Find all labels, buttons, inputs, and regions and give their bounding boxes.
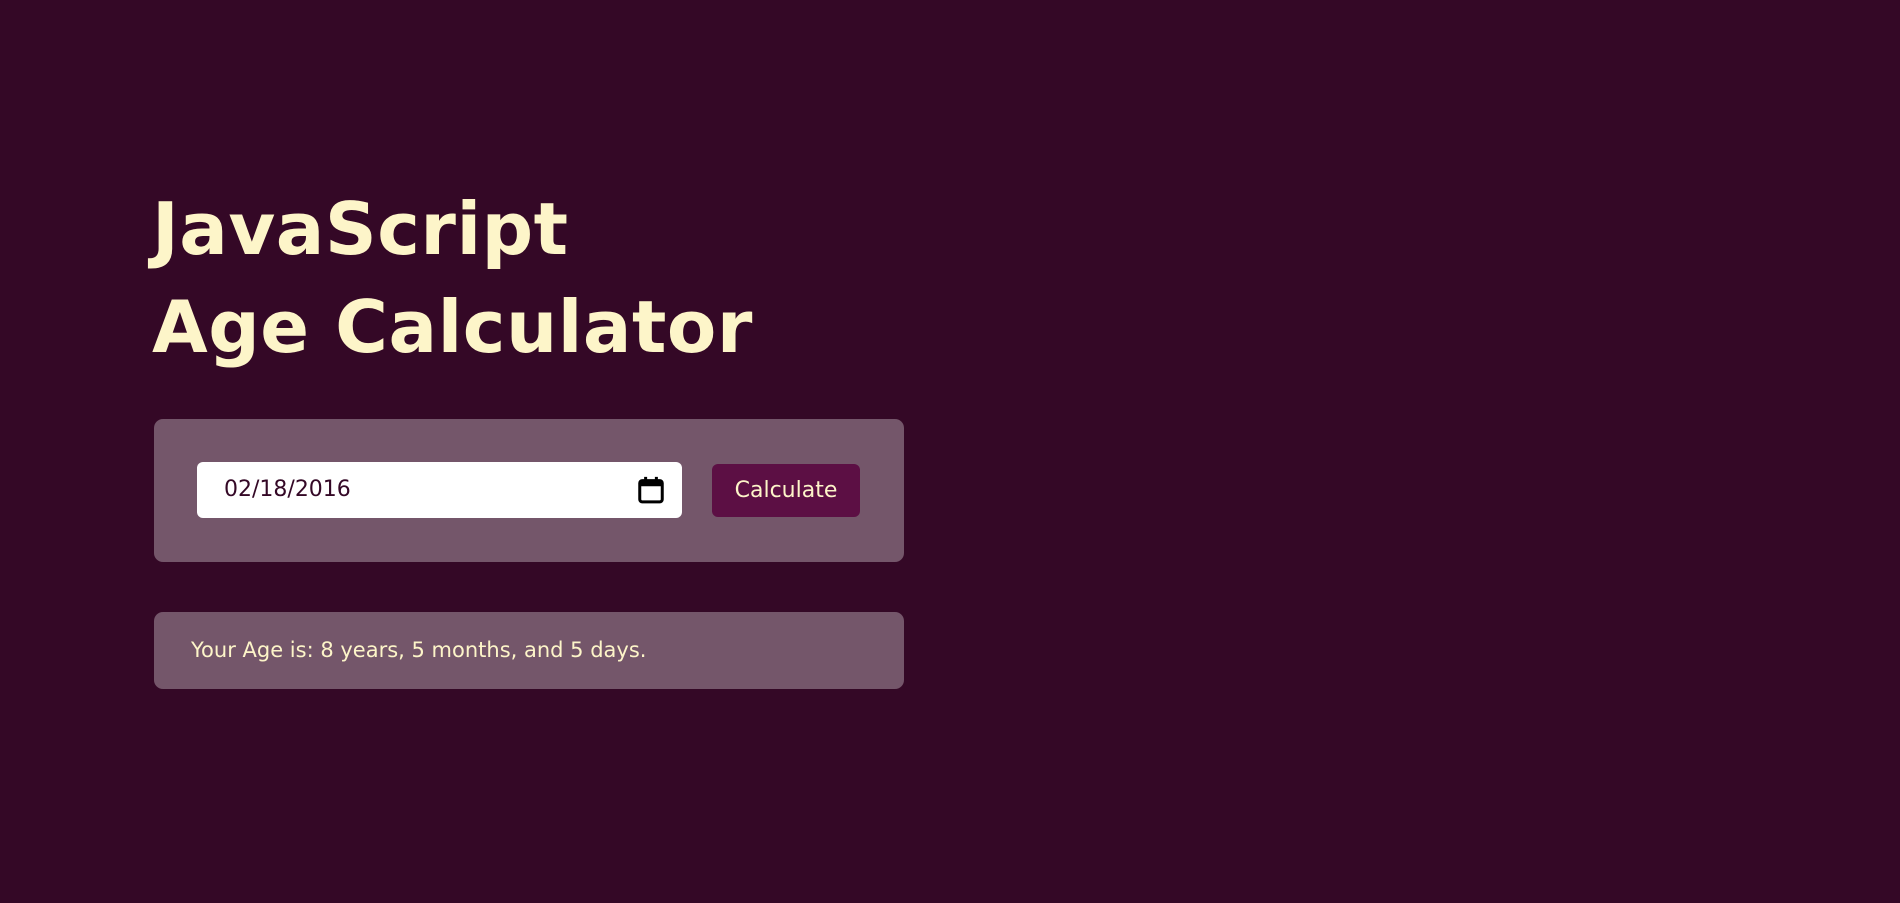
calculate-button[interactable]: Calculate: [712, 464, 860, 517]
page-title: JavaScript Age Calculator: [152, 180, 753, 376]
page-title-line-2: Age Calculator: [152, 285, 753, 369]
birthdate-value: 02/18/2016: [224, 477, 351, 502]
page-title-line-1: JavaScript: [152, 187, 569, 271]
date-form-panel: 02/18/2016 Calculate: [154, 419, 904, 562]
age-result-text: Your Age is: 8 years, 5 months, and 5 da…: [191, 638, 647, 662]
result-panel: Your Age is: 8 years, 5 months, and 5 da…: [154, 612, 904, 689]
age-calculator-page: JavaScript Age Calculator 02/18/2016 Cal…: [0, 0, 1900, 903]
calendar-icon[interactable]: [636, 475, 666, 505]
birthdate-input[interactable]: 02/18/2016: [197, 462, 682, 518]
